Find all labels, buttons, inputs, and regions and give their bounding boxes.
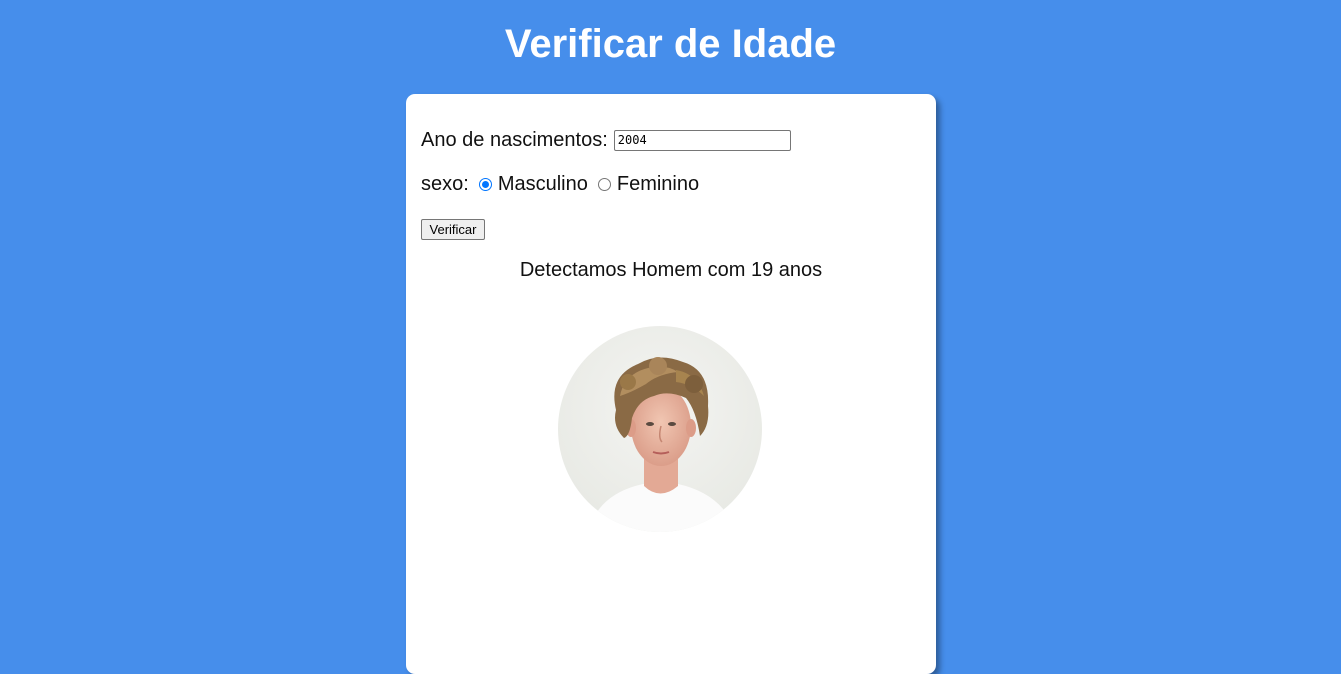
sex-label: sexo: xyxy=(421,172,469,195)
page-title: Verificar de Idade xyxy=(504,22,837,66)
radio-masculino[interactable] xyxy=(478,177,492,191)
person-photo xyxy=(558,326,762,532)
result-text: Detectamos Homem com 19 anos xyxy=(519,259,823,281)
verify-button[interactable]: Verificar xyxy=(421,219,485,240)
radio-feminino[interactable] xyxy=(597,177,611,191)
radio-feminino-label[interactable]: Feminino xyxy=(617,173,699,196)
radio-masculino-label[interactable]: Masculino xyxy=(498,173,588,196)
form-card: Ano de nascimentos: sexo: Masculino Femi… xyxy=(406,94,936,674)
birth-year-row: Ano de nascimentos: xyxy=(421,127,791,153)
person-photo-icon xyxy=(558,326,762,532)
birth-year-input[interactable] xyxy=(613,129,791,151)
sex-row: sexo: Masculino Feminino xyxy=(421,171,699,197)
birth-year-label: Ano de nascimentos: xyxy=(421,128,608,151)
